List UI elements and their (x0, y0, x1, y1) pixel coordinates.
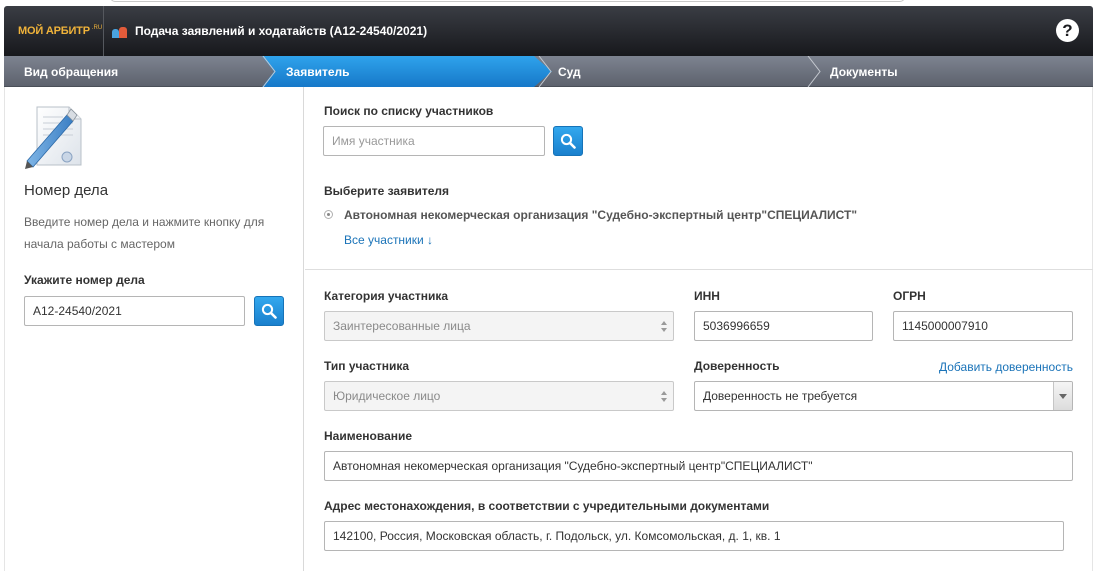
logo-suffix: .RU (91, 25, 103, 31)
app-header: МОЙ АРБИТР .RU Подача заявлений и ходата… (4, 6, 1093, 56)
inn-input[interactable]: 5036996659 (694, 311, 873, 341)
section-divider (305, 269, 1093, 270)
name-label: Наименование (324, 429, 413, 443)
applicant-radio[interactable] (324, 210, 333, 219)
case-panel: Номер дела Введите номер дела и нажмите … (4, 87, 304, 571)
help-button[interactable]: ? (1056, 19, 1079, 42)
page-title-text: Подача заявлений и ходатайств (А12-24540… (135, 24, 428, 38)
updown-icon (661, 321, 667, 333)
logo-text: МОЙ АРБИТР (18, 25, 90, 37)
inn-label: ИНН (694, 289, 720, 303)
logo[interactable]: МОЙ АРБИТР .RU (4, 6, 104, 56)
updown-icon (661, 391, 667, 403)
category-label: Категория участника (324, 289, 449, 303)
document-pen-icon (23, 103, 83, 169)
address-input[interactable]: 142100, Россия, Московская область, г. П… (324, 521, 1064, 551)
participants-icon (112, 24, 128, 38)
step-separator (262, 56, 276, 87)
step-applicant[interactable]: Заявитель (286, 56, 350, 87)
case-search-button[interactable] (254, 296, 284, 326)
step-separator (807, 56, 821, 87)
all-participants-link[interactable]: Все участники ↓ (344, 233, 433, 247)
participant-type-label: Тип участника (324, 359, 410, 373)
category-value: Заинтересованные лица (333, 319, 471, 333)
case-title: Номер дела (24, 182, 109, 199)
search-label: Поиск по списку участников (324, 104, 494, 118)
participant-type-value: Юридическое лицо (333, 389, 441, 403)
choose-applicant-label: Выберите заявителя (324, 184, 450, 198)
name-input[interactable]: Автономная некомерческая организация "Су… (324, 451, 1073, 481)
ogrn-input[interactable]: 1145000007910 (893, 311, 1073, 341)
power-of-attorney-value: Доверенность не требуется (703, 389, 858, 403)
ogrn-label: ОГРН (893, 289, 926, 303)
applicant-option-label[interactable]: Автономная некомерческая организация "Су… (344, 208, 857, 222)
participant-search-input[interactable]: Имя участника (323, 126, 545, 156)
case-number-input[interactable]: А12-24540/2021 (24, 296, 245, 326)
applicant-panel: Поиск по списку участников Имя участника… (305, 87, 1093, 571)
step-documents[interactable]: Документы (830, 56, 897, 87)
participant-search-button[interactable] (553, 126, 583, 156)
power-of-attorney-select[interactable]: Доверенность не требуется (694, 381, 1073, 411)
add-power-of-attorney-link[interactable]: Добавить доверенность (939, 360, 1073, 374)
address-label: Адрес местонахождения, в соответствии с … (324, 499, 770, 513)
address-bar-edge (110, 0, 905, 2)
browser-top-strip (0, 0, 1097, 5)
step-request-type[interactable]: Вид обращения (24, 56, 118, 87)
search-icon (560, 133, 576, 149)
power-of-attorney-label: Доверенность (694, 359, 780, 373)
participant-type-select[interactable]: Юридическое лицо (324, 381, 674, 411)
case-description: Введите номер дела и нажмите кнопку для … (24, 215, 265, 251)
search-icon (261, 303, 277, 319)
case-number-label: Укажите номер дела (24, 273, 145, 287)
page-title: Подача заявлений и ходатайств (А12-24540… (112, 6, 427, 56)
wizard-steps: Вид обращения Заявитель Суд Документы (4, 56, 1093, 87)
step-separator (538, 56, 552, 87)
chevron-down-icon (1053, 382, 1072, 410)
category-select[interactable]: Заинтересованные лица (324, 311, 674, 341)
step-court[interactable]: Суд (558, 56, 581, 87)
